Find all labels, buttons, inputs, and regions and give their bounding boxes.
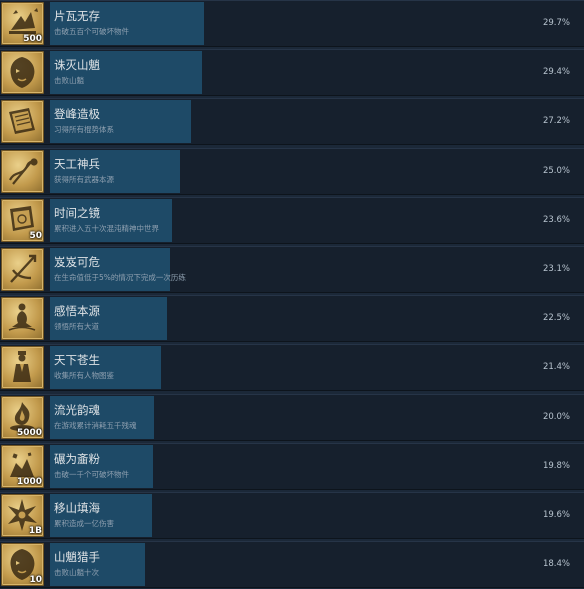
achievement-title: 诛灭山魈 <box>54 58 100 72</box>
achievement-title: 天工神兵 <box>54 157 100 171</box>
achievement-description: 击败山魈 <box>54 76 84 85</box>
beast-head-icon: 10 <box>1 543 44 586</box>
dragon-weapon-icon <box>1 150 44 193</box>
achievement-row[interactable]: 诛灭山魈击败山魈 29.4% <box>0 49 584 96</box>
achievement-row[interactable]: 1000 碾为齑粉击破一千个可破坏物件 19.8% <box>0 443 584 490</box>
achievement-row[interactable]: 500 片瓦无存击破五百个可破坏物件 29.7% <box>0 0 584 47</box>
progress-track <box>50 2 580 45</box>
achievement-row[interactable]: 感悟本源领悟所有大道 22.5% <box>0 295 584 342</box>
achievement-title: 片瓦无存 <box>54 9 100 23</box>
achievement-description: 击破一千个可破坏物件 <box>54 470 129 479</box>
scroll-book-icon <box>1 100 44 143</box>
achievement-description: 累积进入五十次混沌精神中世界 <box>54 224 159 233</box>
achievement-title: 流光韵魂 <box>54 403 100 417</box>
achievement-title: 登峰造极 <box>54 107 100 121</box>
achievement-title: 时间之镜 <box>54 206 100 220</box>
unlock-percentage: 19.6% <box>542 510 570 520</box>
achievement-row[interactable]: 天工神兵获得所有武器本源 25.0% <box>0 148 584 195</box>
scholar-figure-icon <box>1 346 44 389</box>
achievement-description: 习得所有棍势体系 <box>54 125 114 134</box>
progress-track <box>50 150 580 193</box>
achievement-title: 移山填海 <box>54 501 100 515</box>
crumbling-pile-icon: 1000 <box>1 445 44 488</box>
achievement-description: 累积造成一亿伤害 <box>54 519 114 528</box>
achievement-description: 获得所有武器本源 <box>54 175 114 184</box>
progress-track <box>50 51 580 94</box>
achievement-row[interactable]: 岌岌可危在生命值低于5%的情况下完成一次历练 23.1% <box>0 246 584 293</box>
progress-track <box>50 199 580 242</box>
achievement-row[interactable]: 10 山魈猎手击败山魈十次 18.4% <box>0 541 584 588</box>
unlock-percentage: 23.1% <box>542 264 570 274</box>
unlock-percentage: 19.8% <box>542 461 570 471</box>
achievement-description: 在生命值低于5%的情况下完成一次历练 <box>54 273 186 282</box>
staff-danger-icon <box>1 248 44 291</box>
burst-strike-icon: 1B <box>1 494 44 537</box>
achievement-badge-count: 500 <box>23 34 42 44</box>
achievement-description: 收集所有人物图鉴 <box>54 371 114 380</box>
achievement-description: 领悟所有大道 <box>54 322 99 331</box>
progress-track <box>50 297 580 340</box>
progress-track <box>50 494 580 537</box>
soul-flame-icon: 5000 <box>1 396 44 439</box>
unlock-percentage: 25.0% <box>542 166 570 176</box>
achievement-description: 在游戏累计消耗五千残魂 <box>54 421 137 430</box>
unlock-percentage: 18.4% <box>542 559 570 569</box>
achievement-title: 山魈猎手 <box>54 550 100 564</box>
achievement-title: 碾为齑粉 <box>54 452 100 466</box>
achievement-badge-count: 1000 <box>16 477 42 487</box>
progress-track <box>50 100 580 143</box>
achievement-row[interactable]: 1B 移山填海累积造成一亿伤害 19.6% <box>0 492 584 539</box>
unlock-percentage: 27.2% <box>542 116 570 126</box>
progress-track <box>50 346 580 389</box>
achievement-badge-count: 5000 <box>16 428 42 438</box>
unlock-percentage: 23.6% <box>542 215 570 225</box>
meditation-icon <box>1 297 44 340</box>
unlock-percentage: 29.4% <box>542 67 570 77</box>
achievement-row[interactable]: 5000 流光韵魂在游戏累计消耗五千残魂 20.0% <box>0 394 584 441</box>
achievement-description: 击破五百个可破坏物件 <box>54 27 129 36</box>
unlock-percentage: 21.4% <box>542 362 570 372</box>
broken-tiles-icon: 500 <box>1 2 44 45</box>
progress-track <box>50 396 580 439</box>
achievement-row[interactable]: 天下苍生收集所有人物图鉴 21.4% <box>0 344 584 391</box>
progress-track <box>50 248 580 291</box>
unlock-percentage: 20.0% <box>542 412 570 422</box>
achievement-title: 感悟本源 <box>54 304 100 318</box>
unlock-percentage: 29.7% <box>542 18 570 28</box>
achievement-description: 击败山魈十次 <box>54 568 99 577</box>
unlock-percentage: 22.5% <box>542 313 570 323</box>
achievement-badge-count: 1B <box>28 526 42 536</box>
achievement-title: 岌岌可危 <box>54 255 100 269</box>
achievement-title: 天下苍生 <box>54 353 100 367</box>
achievement-row[interactable]: 登峰造极习得所有棍势体系 27.2% <box>0 98 584 145</box>
beast-head-icon <box>1 51 44 94</box>
progress-track <box>50 445 580 488</box>
time-mirror-icon: 50 <box>1 199 44 242</box>
achievement-badge-count: 10 <box>29 575 42 585</box>
achievement-list: 500 片瓦无存击破五百个可破坏物件 29.7% 诛灭山魈击败山魈 29.4% 登峰造极习… <box>0 0 584 589</box>
achievement-row[interactable]: 50 时间之镜累积进入五十次混沌精神中世界 23.6% <box>0 197 584 244</box>
progress-track <box>50 543 580 586</box>
achievement-badge-count: 50 <box>29 231 42 241</box>
